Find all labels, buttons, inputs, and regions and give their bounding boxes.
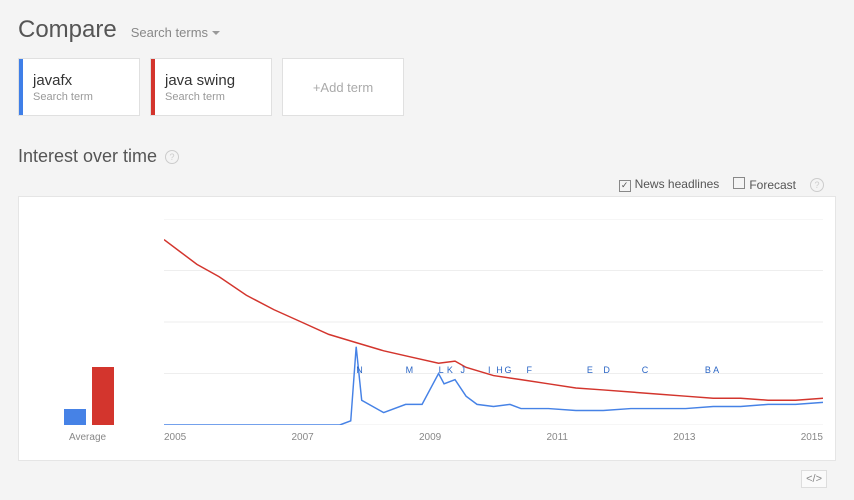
- chart-marker[interactable]: E: [587, 365, 593, 375]
- help-icon[interactable]: ?: [165, 150, 179, 164]
- term-card-java-swing[interactable]: java swing Search term: [150, 58, 272, 116]
- term-card-javafx[interactable]: javafx Search term: [18, 58, 140, 116]
- chart-marker[interactable]: N: [356, 365, 363, 375]
- line-chart-svg: [164, 219, 823, 425]
- forecast-checkbox[interactable]: Forecast: [733, 177, 796, 192]
- checkbox-unchecked-icon: [733, 177, 745, 189]
- search-terms-label: Search terms: [131, 25, 208, 40]
- interest-title: Interest over time: [18, 146, 157, 167]
- term-name: java swing: [165, 72, 271, 89]
- term-name: javafx: [33, 72, 139, 89]
- term-cards: javafx Search term java swing Search ter…: [18, 58, 836, 116]
- chart-marker[interactable]: G: [504, 365, 511, 375]
- x-tick: 2011: [546, 432, 568, 443]
- checkbox-checked-icon: ✓: [619, 180, 631, 192]
- help-icon[interactable]: ?: [810, 178, 824, 192]
- options-row: ✓News headlines Forecast ?: [18, 173, 836, 196]
- average-label: Average: [69, 432, 106, 443]
- x-tick: 2013: [673, 432, 695, 443]
- news-headlines-checkbox[interactable]: ✓News headlines: [619, 177, 720, 192]
- x-tick: 2005: [164, 432, 186, 443]
- x-axis: 2005 2007 2009 2011 2013 2015: [164, 432, 823, 443]
- chart-marker[interactable]: B: [705, 365, 711, 375]
- compare-row: Compare Search terms: [18, 16, 836, 44]
- chart-marker[interactable]: C: [642, 365, 649, 375]
- chart-marker[interactable]: F: [526, 365, 532, 375]
- chart-marker[interactable]: D: [603, 365, 610, 375]
- x-tick: 2015: [801, 432, 823, 443]
- embed-icon[interactable]: </>: [801, 470, 827, 488]
- chart-marker[interactable]: H: [496, 365, 503, 375]
- add-term-button[interactable]: +Add term: [282, 58, 404, 116]
- term-sub: Search term: [33, 91, 139, 103]
- compare-title: Compare: [18, 16, 117, 44]
- header-area: Compare Search terms javafx Search term …: [0, 0, 854, 128]
- x-tick: 2007: [291, 432, 313, 443]
- chart-box: Average 2005 2007 2009 2011 2013 2015 N M LKJ IH…: [18, 196, 836, 461]
- chart-marker[interactable]: I: [488, 365, 491, 375]
- chart-marker[interactable]: L: [439, 365, 444, 375]
- section-header: Interest over time ?: [18, 146, 836, 167]
- x-tick: 2009: [419, 432, 441, 443]
- content: Interest over time ? ✓News headlines For…: [0, 146, 854, 461]
- search-terms-dropdown[interactable]: Search terms: [131, 25, 220, 40]
- term-sub: Search term: [165, 91, 271, 103]
- chart-marker[interactable]: M: [406, 365, 414, 375]
- chart-area: 200520072009201120132015 NMLKJIHGFEDCBA: [44, 219, 823, 425]
- chart-marker[interactable]: K: [447, 365, 453, 375]
- chart-marker[interactable]: J: [461, 365, 466, 375]
- chart-marker[interactable]: A: [713, 365, 719, 375]
- caret-down-icon: [212, 31, 220, 35]
